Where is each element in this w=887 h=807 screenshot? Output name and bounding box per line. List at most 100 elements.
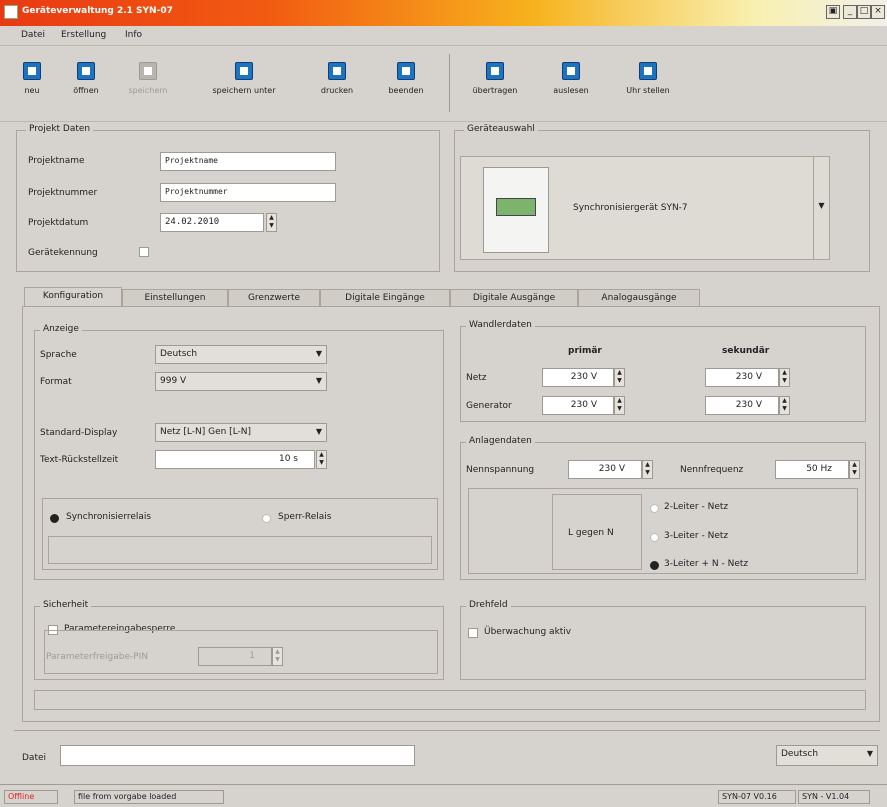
restore-icon[interactable]: ▣ (826, 5, 840, 19)
maximize-button[interactable]: □ (857, 5, 871, 19)
net-primary-field[interactable]: 230 V (542, 368, 614, 387)
window-title: Geräteverwaltung 2.1 SYN-07 (22, 6, 173, 16)
tab-analogausgaenge[interactable]: Analogausgänge (578, 289, 700, 307)
gen-primary-field[interactable]: 230 V (542, 396, 614, 415)
tab-digitale-eingaenge[interactable]: Digitale Eingänge (320, 289, 450, 307)
print-button[interactable]: drucken (308, 54, 366, 114)
lock-relay-label: Sperr-Relais (278, 512, 332, 522)
relay-subpanel (48, 536, 432, 564)
net-secondary-field[interactable]: 230 V (705, 368, 779, 387)
sync-relay-radio[interactable] (50, 514, 59, 523)
param-pin-field[interactable]: 1 (198, 647, 272, 666)
status-message: file from vorgabe loaded (74, 790, 224, 804)
footer-divider (14, 730, 880, 731)
open-icon (77, 62, 95, 80)
date-spinner[interactable]: ▲ ▼ (266, 213, 277, 232)
clock-icon (639, 62, 657, 80)
read-out-icon (562, 62, 580, 80)
chevron-down-icon: ▼ (315, 376, 322, 385)
text-reset-time-spinner[interactable]: ▲ ▼ (316, 450, 327, 469)
file-field[interactable] (60, 745, 415, 766)
save-icon (139, 62, 157, 80)
nominal-voltage-spinner[interactable]: ▲ ▼ (642, 460, 653, 479)
display-group-title: Anzeige (40, 324, 82, 334)
nominal-frequency-field[interactable]: 50 Hz (775, 460, 849, 479)
gen-secondary-spinner[interactable]: ▲ ▼ (779, 396, 790, 415)
two-wire-radio[interactable] (650, 504, 659, 513)
new-icon (23, 62, 41, 80)
rotation-monitor-label: Überwachung aktiv (484, 627, 572, 637)
transformer-group-title: Wandlerdaten (466, 320, 535, 330)
menu-erstellung[interactable]: Erstellung (61, 30, 106, 40)
nominal-voltage-field[interactable]: 230 V (568, 460, 642, 479)
l-gegen-n-label: L gegen N (568, 528, 614, 538)
tab-grenzwerte[interactable]: Grenzwerte (228, 289, 320, 307)
menu-datei[interactable]: Datei (21, 30, 45, 40)
text-reset-time-field[interactable]: 10 s (155, 450, 315, 469)
transfer-button[interactable]: übertragen (464, 54, 526, 114)
project-number-label: Projektnummer (28, 188, 98, 198)
param-pin-spinner[interactable]: ▲ ▼ (272, 647, 283, 666)
device-selection-title: Geräteauswahl (464, 124, 538, 134)
tab-konfiguration[interactable]: Konfiguration (24, 287, 122, 307)
project-name-field[interactable]: Projektname (160, 152, 336, 171)
chevron-down-icon: ▼ (866, 749, 873, 758)
three-wire-n-label: 3-Leiter + N - Netz (664, 559, 749, 569)
chevron-down-icon: ▼ (315, 349, 322, 358)
gen-primary-spinner[interactable]: ▲ ▼ (614, 396, 625, 415)
menu-info[interactable]: Info (125, 30, 142, 40)
text-reset-time-label: Text-Rückstellzeit (40, 455, 119, 465)
rotation-field-group (460, 606, 866, 680)
offline-status: Offline (4, 790, 58, 804)
device-dropdown-arrow[interactable]: ▼ (813, 156, 830, 260)
toolbar: neu öffnen speichern speichern unter dru… (0, 46, 887, 122)
close-button[interactable]: × (871, 5, 885, 19)
open-button[interactable]: öffnen (64, 54, 108, 114)
print-icon (328, 62, 346, 80)
new-button[interactable]: neu (14, 54, 50, 114)
net-secondary-spinner[interactable]: ▲ ▼ (779, 368, 790, 387)
toolbar-separator (449, 54, 450, 112)
device-id-checkbox[interactable] (139, 247, 149, 257)
menu-bar: Datei Erstellung Info (0, 26, 887, 46)
nominal-voltage-label: Nennspannung (466, 465, 535, 475)
minimize-button[interactable]: _ (843, 5, 857, 19)
format-combo[interactable]: 999 V ▼ (155, 372, 327, 391)
save-button[interactable]: speichern (122, 54, 174, 114)
primary-header: primär (568, 346, 602, 356)
three-wire-n-radio[interactable] (650, 561, 659, 570)
format-label: Format (40, 377, 72, 387)
save-as-button[interactable]: speichern unter (194, 54, 294, 114)
read-out-button[interactable]: auslesen (544, 54, 598, 114)
project-name-label: Projektname (28, 156, 85, 166)
project-date-field[interactable]: 24.02.2010 (160, 213, 264, 232)
net-primary-spinner[interactable]: ▲ ▼ (614, 368, 625, 387)
project-number-field[interactable]: Projektnummer (160, 183, 336, 202)
title-bar: Geräteverwaltung 2.1 SYN-07 ▣ _ □ × (0, 0, 887, 26)
three-wire-label: 3-Leiter - Netz (664, 531, 729, 541)
transformer-group (460, 326, 866, 422)
device-display-icon (496, 198, 536, 216)
language-footer-combo[interactable]: Deutsch ▼ (776, 745, 878, 766)
security-group-title: Sicherheit (40, 600, 92, 610)
standard-display-label: Standard-Display (40, 428, 118, 438)
status-bar: Offline file from vorgabe loaded SYN-07 … (0, 784, 887, 807)
app-icon (4, 5, 18, 19)
set-clock-button[interactable]: Uhr stellen (617, 54, 679, 114)
transfer-icon (486, 62, 504, 80)
device-combo[interactable]: Synchronisiergerät SYN-7 (460, 156, 830, 260)
exit-button[interactable]: beenden (376, 54, 436, 114)
rotation-monitor-checkbox[interactable] (468, 628, 478, 638)
language-combo[interactable]: Deutsch ▼ (155, 345, 327, 364)
three-wire-radio[interactable] (650, 533, 659, 542)
device-image (483, 167, 549, 253)
tab-digitale-ausgaenge[interactable]: Digitale Ausgänge (450, 289, 578, 307)
tab-einstellungen[interactable]: Einstellungen (122, 289, 228, 307)
chevron-down-icon: ▼ (315, 427, 322, 436)
net-label: Netz (466, 373, 487, 383)
lock-relay-radio[interactable] (262, 514, 271, 523)
gen-secondary-field[interactable]: 230 V (705, 396, 779, 415)
version-syn: SYN - V1.04 (798, 790, 870, 804)
standard-display-combo[interactable]: Netz [L-N] Gen [L-N] ▼ (155, 423, 327, 442)
nominal-frequency-spinner[interactable]: ▲ ▼ (849, 460, 860, 479)
